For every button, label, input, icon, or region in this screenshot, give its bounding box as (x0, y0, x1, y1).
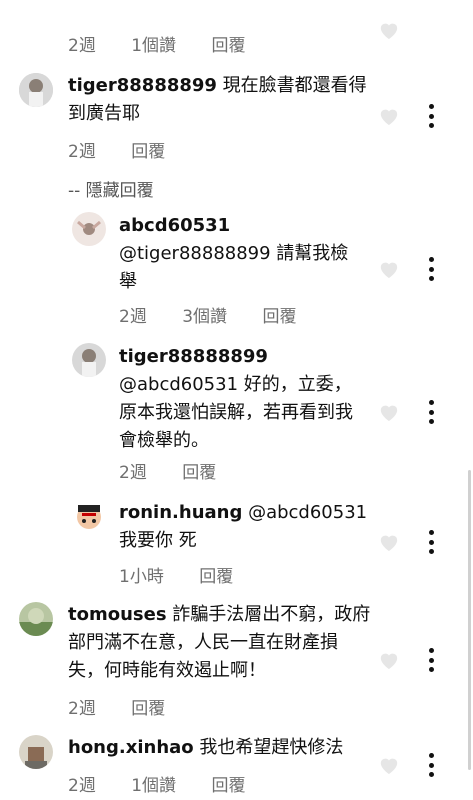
comment-body: 舉 (119, 271, 137, 292)
comment-text: abcd60531 @tiger88888899 請幫我檢 舉 (119, 212, 379, 296)
comment-username[interactable]: hong.xinhao (68, 737, 194, 758)
avatar[interactable] (19, 73, 53, 107)
more-options-icon[interactable] (428, 530, 434, 554)
more-options-icon[interactable] (428, 104, 434, 128)
comment-meta: 2週 回覆 (68, 694, 195, 719)
comment-meta: 2週 1個讚 回覆 (68, 771, 275, 796)
more-options-icon[interactable] (428, 753, 434, 777)
comment-time: 2週 (68, 142, 96, 162)
comment-text: tiger88888899 @abcd60531 好的，立委， 原本我還怕誤解，… (119, 343, 379, 455)
heart-icon[interactable] (378, 650, 400, 670)
reply-button[interactable]: 回覆 (211, 776, 245, 796)
comment-username[interactable]: tiger88888899 (68, 75, 217, 96)
scrollbar[interactable] (468, 470, 471, 770)
comment-body: 部門滿不在意，人民一直在財產損 (68, 632, 338, 653)
hide-replies-button[interactable]: -- 隱藏回覆 (68, 176, 154, 201)
comment-body: 我要你 死 (119, 530, 197, 551)
comment-body: 我也希望趕快修法 (193, 737, 344, 758)
comment-body: 現在臉書都還看得 (216, 75, 367, 96)
comment-body: 原本我還怕誤解，若再看到我 (119, 402, 353, 423)
reply-button[interactable]: 回覆 (199, 567, 233, 587)
comment-text: tiger88888899 現在臉書都還看得 到廣告耶 (68, 72, 378, 128)
reply-button[interactable]: 回覆 (182, 463, 216, 483)
comment-meta: 2週 回覆 (68, 137, 195, 162)
comment-time: 1小時 (119, 567, 164, 587)
comment-text: ronin.huang @abcd60531 我要你 死 (119, 499, 389, 555)
heart-icon[interactable] (378, 259, 400, 279)
comment-likes[interactable]: 1個讚 (131, 776, 176, 796)
comment-meta-top: 2週 1個讚 回覆 (68, 31, 275, 56)
heart-icon[interactable] (378, 106, 400, 126)
reply-button[interactable]: 回覆 (131, 699, 165, 719)
reply-button[interactable]: 回覆 (262, 307, 296, 327)
avatar[interactable] (72, 212, 106, 246)
more-options-icon[interactable] (428, 648, 434, 672)
comment-username[interactable]: ronin.huang (119, 502, 242, 523)
comment-body: @tiger88888899 請幫我檢 (119, 243, 349, 264)
comment-likes[interactable]: 3個讚 (182, 307, 227, 327)
reply-button[interactable]: 回覆 (131, 142, 165, 162)
heart-icon[interactable] (378, 532, 400, 552)
comment-time: 2週 (68, 36, 96, 56)
comment-username[interactable]: tomouses (68, 604, 167, 625)
comment-meta: 2週 回覆 (119, 458, 246, 483)
comment-body: 到廣告耶 (68, 103, 140, 124)
heart-icon[interactable] (378, 755, 400, 775)
comment-meta: 2週 3個讚 回覆 (119, 302, 326, 327)
comment-meta: 1小時 回覆 (119, 562, 263, 587)
comment-body: @abcd60531 (242, 502, 368, 523)
comment-likes[interactable]: 1個讚 (131, 36, 176, 56)
comment-username[interactable]: abcd60531 (119, 215, 230, 236)
comment-time: 2週 (68, 776, 96, 796)
comment-time: 2週 (119, 463, 147, 483)
comment-text: tomouses 詐騙手法層出不窮，政府 部門滿不在意，人民一直在財產損 失，何… (68, 601, 378, 685)
comment-body: 詐騙手法層出不窮，政府 (166, 604, 371, 625)
more-options-icon[interactable] (428, 400, 434, 424)
reply-button[interactable]: 回覆 (211, 36, 245, 56)
heart-icon[interactable] (378, 402, 400, 422)
avatar[interactable] (72, 343, 106, 377)
comment-body: 失，何時能有效遏止啊！ (68, 660, 266, 681)
comment-time: 2週 (119, 307, 147, 327)
avatar[interactable] (72, 499, 106, 533)
comment-username[interactable]: tiger88888899 (119, 346, 268, 367)
comment-body: @abcd60531 好的，立委， (119, 374, 352, 395)
heart-icon[interactable] (378, 20, 400, 40)
comment-body: 會檢舉的。 (119, 430, 209, 451)
more-options-icon[interactable] (428, 257, 434, 281)
comment-time: 2週 (68, 699, 96, 719)
comment-text: hong.xinhao 我也希望趕快修法 (68, 734, 378, 762)
avatar[interactable] (19, 735, 53, 769)
avatar[interactable] (19, 602, 53, 636)
